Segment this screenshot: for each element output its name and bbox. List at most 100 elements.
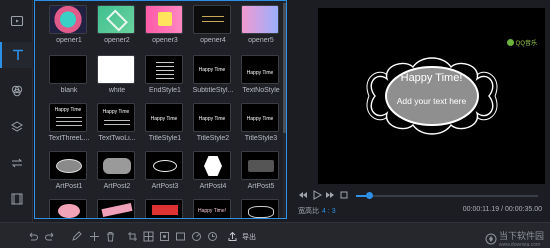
- asset-tile-artpost1[interactable]: ArtPost1: [49, 151, 89, 190]
- export-button[interactable]: [226, 230, 238, 242]
- seek-handle[interactable]: [366, 192, 373, 199]
- forward-icon[interactable]: [325, 190, 335, 200]
- asset-thumbnail: [49, 151, 87, 180]
- rail-film-button[interactable]: [0, 186, 33, 212]
- asset-tile-opener4[interactable]: opener4: [193, 5, 233, 44]
- asset-thumbnail: Happy Time: [97, 103, 135, 132]
- asset-tile-titlestyle1[interactable]: Happy Time TitleStyle1: [145, 103, 185, 142]
- asset-tile-artpost4[interactable]: ArtPost4: [193, 151, 233, 190]
- asset-thumbnail: [49, 55, 87, 84]
- asset-label: opener1: [56, 37, 82, 44]
- asset-tile-artpost10[interactable]: [241, 199, 281, 218]
- video-preview[interactable]: QQ音乐 Happy Time! Add your text here: [318, 8, 545, 184]
- rail-filters-button[interactable]: [0, 78, 33, 104]
- crop-button[interactable]: [126, 230, 138, 242]
- redo-button[interactable]: [44, 230, 56, 242]
- asset-tile-textthreelines[interactable]: Happy Time TextThreeL...: [49, 103, 89, 142]
- undo-icon: [29, 232, 38, 240]
- asset-tile-titlestyle3[interactable]: Happy Time TitleStyle3: [241, 103, 281, 142]
- edit-button[interactable]: [70, 230, 82, 242]
- scrollbar-thumb[interactable]: [283, 3, 286, 133]
- asset-thumbnail: [97, 55, 135, 84]
- asset-thumbnail: [145, 5, 183, 34]
- crop-icon: [127, 231, 137, 241]
- asset-tile-artpost7[interactable]: [97, 199, 137, 218]
- asset-label: EndStyle1: [149, 87, 181, 94]
- asset-tile-textnostyle[interactable]: Happy Time TextNoStyle: [241, 55, 281, 94]
- undo-button[interactable]: [26, 230, 38, 242]
- watermark-main: 当下软件园: [498, 231, 544, 241]
- asset-tile-subtitlestyle[interactable]: Happy Time SubtitleStyl...: [193, 55, 233, 94]
- rail-overlays-button[interactable]: [0, 114, 33, 140]
- zoom-icon: [159, 231, 169, 241]
- rail-media-button[interactable]: [0, 8, 33, 34]
- thumb-text: Happy Time: [54, 107, 82, 113]
- asset-label: TextTwoLi...: [98, 135, 136, 142]
- asset-label: ArtPost2: [103, 183, 131, 190]
- asset-thumbnail: Happy Time: [49, 103, 87, 132]
- rewind-icon[interactable]: [298, 190, 308, 200]
- thumb-text: Happy Time!: [197, 208, 227, 214]
- layers-icon: [10, 121, 23, 132]
- asset-thumbnail: [241, 199, 279, 218]
- asset-thumbnail: Happy Time: [241, 103, 279, 132]
- asset-label: ArtPost1: [55, 183, 83, 190]
- stop-icon[interactable]: [339, 190, 349, 200]
- rail-text-button[interactable]: [0, 42, 33, 68]
- thumb-text: Happy Time: [198, 116, 226, 122]
- asset-tile-titlestyle2[interactable]: Happy Time TitleStyle2: [193, 103, 233, 142]
- speed-icon: [191, 231, 201, 241]
- freeze-button[interactable]: [174, 230, 186, 242]
- rail-transitions-button[interactable]: [0, 150, 33, 176]
- asset-tile-opener5[interactable]: opener5: [241, 5, 281, 44]
- aspect-ratio-label: 宽高比: [298, 208, 319, 215]
- aspect-ratio-value[interactable]: 4 : 3: [322, 208, 336, 215]
- bottom-toolbar: 导出 当下软件园 www.downxia.com: [0, 222, 550, 248]
- asset-label: TitleStyle2: [196, 135, 230, 142]
- zoom-button[interactable]: [158, 230, 170, 242]
- timecode: 00:00:11.19 / 00:00:35.00: [462, 206, 542, 213]
- delete-button[interactable]: [104, 230, 116, 242]
- asset-tile-opener1[interactable]: opener1: [49, 5, 89, 44]
- asset-tile-artpost5[interactable]: ArtPost5: [241, 151, 281, 190]
- trash-icon: [106, 231, 114, 241]
- thumb-text: Happy Time: [150, 116, 178, 122]
- thumb-text: Happy Time: [246, 70, 274, 76]
- split-icon: [89, 231, 99, 241]
- asset-tile-artpost3[interactable]: ArtPost3: [145, 151, 185, 190]
- asset-label: opener4: [200, 37, 226, 44]
- export-icon: [228, 231, 236, 241]
- asset-tile-blank[interactable]: blank: [49, 55, 89, 94]
- redo-icon: [44, 232, 53, 240]
- aspect-ratio[interactable]: 宽高比 4 : 3: [298, 206, 336, 216]
- asset-thumbnail: [49, 5, 87, 34]
- play-icon[interactable]: [312, 190, 322, 200]
- asset-label: opener5: [248, 37, 274, 44]
- asset-tile-artpost2[interactable]: ArtPost2: [97, 151, 137, 190]
- mosaic-button[interactable]: [142, 230, 154, 242]
- asset-thumbnail: [49, 199, 87, 218]
- site-logo-icon: [485, 233, 497, 244]
- thumb-text: Happy Time: [198, 67, 226, 73]
- asset-scrollbar[interactable]: [283, 1, 286, 218]
- asset-tile-texttwolines[interactable]: Happy Time TextTwoLi...: [97, 103, 137, 142]
- asset-tile-white[interactable]: white: [97, 55, 137, 94]
- speed-button[interactable]: [190, 230, 202, 242]
- asset-tile-opener3[interactable]: opener3: [145, 5, 185, 44]
- export-label[interactable]: 导出: [242, 232, 256, 242]
- asset-thumbnail: [145, 151, 183, 180]
- asset-thumbnail: [97, 199, 135, 218]
- asset-tile-artpost8[interactable]: [145, 199, 185, 218]
- side-rail: [0, 0, 33, 222]
- brand-watermark: QQ音乐: [506, 38, 537, 47]
- asset-tile-artpost9[interactable]: Happy Time!: [193, 199, 233, 218]
- duration-button[interactable]: [206, 230, 218, 242]
- asset-tile-opener2[interactable]: opener2: [97, 5, 137, 44]
- asset-thumbnail: [145, 55, 183, 84]
- asset-thumbnail: [97, 5, 135, 34]
- seek-bar[interactable]: [356, 192, 538, 199]
- asset-tile-endstyle1[interactable]: EndStyle1: [145, 55, 185, 94]
- split-button[interactable]: [88, 230, 100, 242]
- asset-tile-artpost6[interactable]: [49, 199, 89, 218]
- asset-label: white: [108, 87, 126, 94]
